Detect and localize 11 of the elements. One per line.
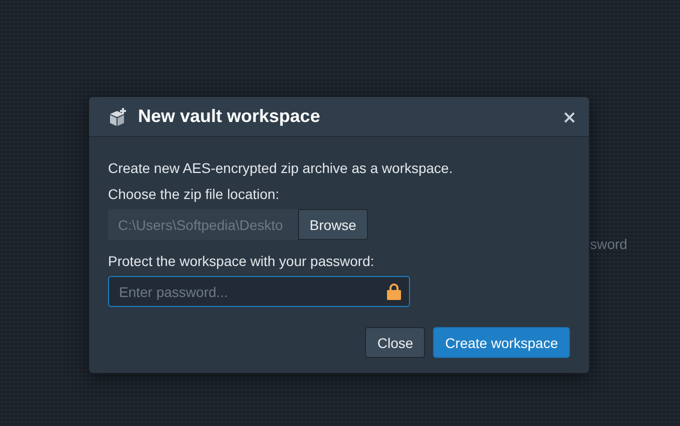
dialog-title: New vault workspace [138, 106, 322, 127]
description-text: Create new AES-encrypted zip archive as a workspace. [108, 159, 454, 177]
background-text: sword [590, 236, 628, 252]
box-plus-icon [108, 106, 128, 126]
password-label: Protect the workspace with your password: [108, 252, 376, 270]
location-label: Choose the zip file location: [108, 185, 280, 203]
lock-icon [387, 283, 401, 300]
password-field[interactable]: Enter password... [108, 276, 410, 307]
browse-button[interactable]: Browse [298, 209, 368, 240]
close-button[interactable]: Close [365, 327, 426, 358]
create-button[interactable]: Create workspace [433, 327, 570, 358]
